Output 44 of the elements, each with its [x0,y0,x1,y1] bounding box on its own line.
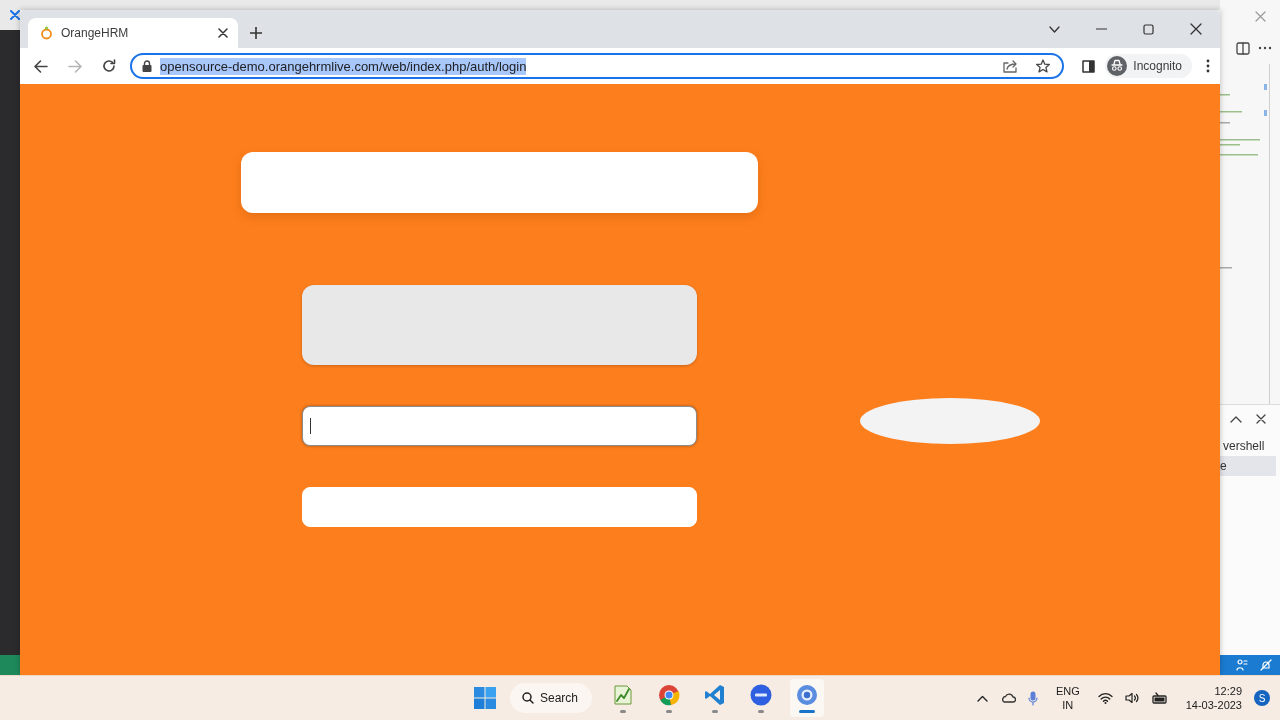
chrome-icon [658,683,681,706]
more-icon[interactable] [1258,46,1272,50]
chevron-up-icon[interactable] [976,694,988,702]
close-icon [10,10,20,20]
search-icon [522,692,534,704]
status-bar [0,655,20,675]
close-icon[interactable] [1256,414,1266,424]
maximize-icon[interactable] [1143,23,1154,35]
incognito-icon [1107,56,1128,76]
back-arrow-icon[interactable] [34,59,48,73]
panel-item[interactable]: vershell [1220,433,1280,456]
menu-icon[interactable] [1206,59,1210,73]
close-icon[interactable] [1190,23,1202,35]
split-view-icon[interactable] [1236,41,1250,55]
wifi-icon[interactable] [1097,692,1113,704]
cloud-icon[interactable] [999,693,1016,703]
chart-document-icon [612,683,635,706]
browser-icon [796,683,819,706]
people-icon[interactable] [1236,659,1248,671]
search-button[interactable]: Search [510,683,593,713]
clock[interactable]: 12:29 14-03-2023 [1185,684,1242,712]
lock-icon [142,60,152,72]
profile-button[interactable]: Incognito [1105,54,1192,78]
reload-icon[interactable] [102,59,116,73]
address-bar[interactable]: opensource-demo.orangehrmlive.com/web/index.php/auth/login [130,53,1065,79]
input-field[interactable] [302,406,697,446]
microphone-icon[interactable] [1027,690,1038,706]
taskbar-app[interactable] [790,679,825,717]
sidebar-icon[interactable] [1082,59,1096,73]
favicon-icon [40,26,53,40]
video-meeting-icon [750,683,773,706]
chevron-down-icon[interactable] [1049,25,1060,33]
language-indicator[interactable]: ENG IN [1055,684,1080,712]
speaker-icon[interactable] [1124,692,1140,704]
star-icon[interactable] [1036,59,1051,73]
code-editor-icon [704,683,727,706]
close-icon[interactable] [218,28,228,38]
browser-tab[interactable]: OrangeHRM [28,18,238,48]
bell-off-icon[interactable] [1260,659,1272,671]
panel-item[interactable]: e [1220,456,1276,476]
account-badge[interactable]: S [1254,690,1270,706]
chevron-up-icon[interactable] [1230,415,1242,423]
plus-icon[interactable] [250,27,262,39]
share-icon[interactable] [1002,59,1019,73]
